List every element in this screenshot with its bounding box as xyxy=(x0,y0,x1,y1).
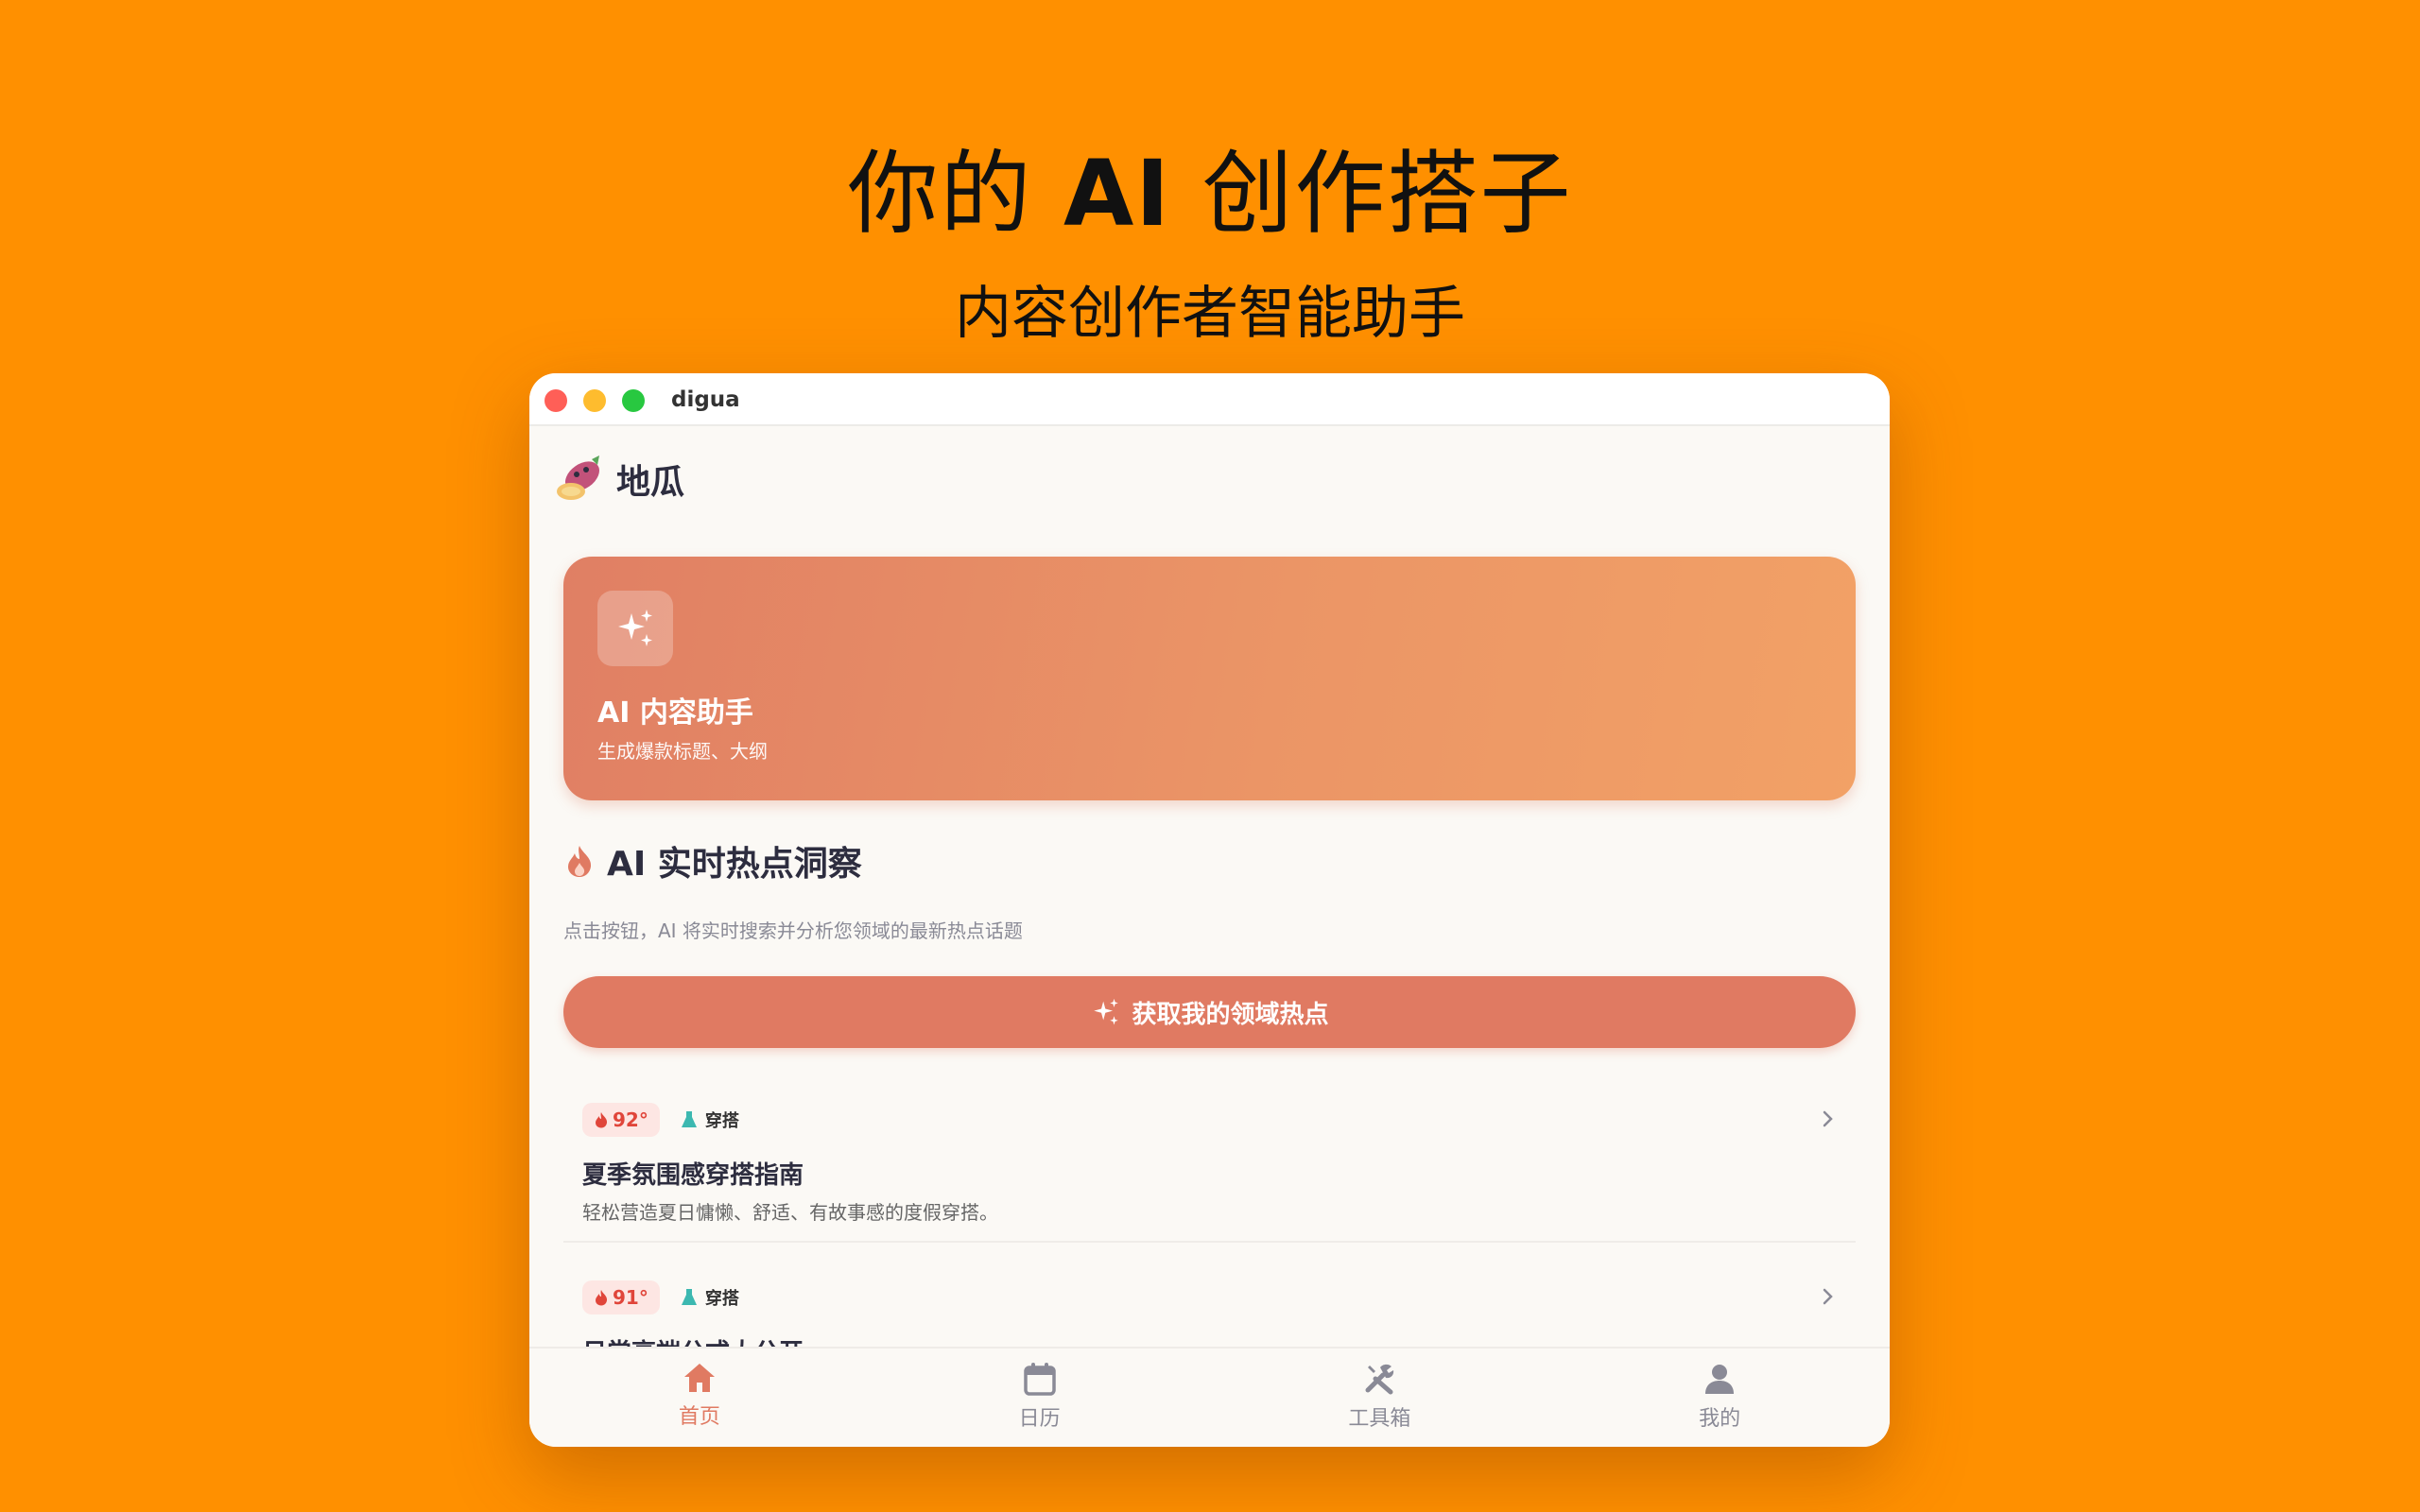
flask-icon xyxy=(681,1111,697,1127)
flame-icon xyxy=(568,846,592,877)
sparkles-icon xyxy=(1094,998,1119,1025)
app-name: 地瓜 xyxy=(616,463,685,502)
flame-icon xyxy=(596,1290,608,1306)
topic-badges: 91° 穿搭 xyxy=(582,1280,751,1314)
tab-label: 首页 xyxy=(678,1405,720,1429)
hot-section-description: 点击按钮，AI 将实时搜索并分析您领域的最新热点话题 xyxy=(563,919,1023,942)
tools-icon xyxy=(1365,1364,1394,1395)
hot-section-header: AI 实时热点洞察 xyxy=(565,836,862,885)
topic-description: 轻松营造夏日慵懒、舒适、有故事感的度假穿搭。 xyxy=(582,1201,998,1224)
heat-value: 92° xyxy=(613,1108,648,1131)
tab-calendar[interactable]: 日历 xyxy=(870,1349,1210,1447)
hot-section-title: AI 实时热点洞察 xyxy=(607,845,862,884)
category-label: 穿搭 xyxy=(704,1289,739,1309)
promo-title-suffix: 创作搭子 xyxy=(1171,141,1573,247)
sparkles-icon xyxy=(618,610,652,646)
tab-label: 日历 xyxy=(1018,1407,1061,1431)
calendar-icon xyxy=(1023,1363,1056,1396)
window-minimize-button[interactable] xyxy=(583,389,606,412)
hero-title: AI 内容助手 xyxy=(597,696,753,730)
heat-value: 91° xyxy=(613,1286,648,1309)
promo-subtitle: 内容创作者智能助手 xyxy=(955,281,1465,347)
category-badge: 穿搭 xyxy=(669,1280,751,1314)
window-maximize-button[interactable] xyxy=(622,389,645,412)
window-titlebar[interactable]: digua xyxy=(529,373,1890,426)
category-label: 穿搭 xyxy=(704,1111,739,1131)
app-window: digua 地瓜 AI 内容助手 生成爆款标题、大纲 AI 实时热点洞察 点击按… xyxy=(529,373,1890,1447)
window-close-button[interactable] xyxy=(544,389,567,412)
topic-title: 夏季氛围感穿搭指南 xyxy=(582,1161,804,1190)
app-header: 地瓜 xyxy=(554,451,684,507)
tab-label: 工具箱 xyxy=(1348,1407,1411,1431)
chevron-right-icon[interactable] xyxy=(1822,1286,1835,1307)
topic-badges: 92° 穿搭 xyxy=(582,1103,751,1137)
hero-icon-box xyxy=(597,591,673,666)
tab-toolbox[interactable]: 工具箱 xyxy=(1210,1349,1550,1447)
person-icon xyxy=(1705,1365,1735,1394)
promo-title-bold: AI xyxy=(1063,141,1171,247)
cta-label: 获取我的领域热点 xyxy=(1132,1000,1329,1029)
bottom-tab-bar: 首页 日历 工具箱 我的 xyxy=(529,1347,1890,1447)
promo-title-prefix: 你的 xyxy=(847,141,1063,247)
get-domain-hotspots-button[interactable]: 获取我的领域热点 xyxy=(563,976,1856,1048)
flask-icon xyxy=(681,1289,697,1305)
topic-list-item[interactable]: 92° 穿搭 夏季氛围感穿搭指南 轻松营造夏日慵懒、舒适、有故事感的度假穿搭。 xyxy=(563,1091,1856,1243)
hero-description: 生成爆款标题、大纲 xyxy=(597,740,768,763)
heat-badge: 91° xyxy=(582,1280,660,1314)
tab-profile[interactable]: 我的 xyxy=(1549,1349,1890,1447)
flame-icon xyxy=(596,1112,608,1128)
category-badge: 穿搭 xyxy=(669,1103,751,1137)
chevron-right-icon[interactable] xyxy=(1822,1108,1835,1129)
promo-title: 你的 AI 创作搭子 xyxy=(0,132,2420,255)
window-title: digua xyxy=(671,387,740,412)
ai-content-assistant-card[interactable]: AI 内容助手 生成爆款标题、大纲 xyxy=(563,557,1856,800)
heat-badge: 92° xyxy=(582,1103,660,1137)
sweet-potato-icon xyxy=(557,455,600,500)
tab-home[interactable]: 首页 xyxy=(529,1349,870,1447)
home-icon xyxy=(683,1364,715,1392)
tab-label: 我的 xyxy=(1699,1407,1741,1431)
